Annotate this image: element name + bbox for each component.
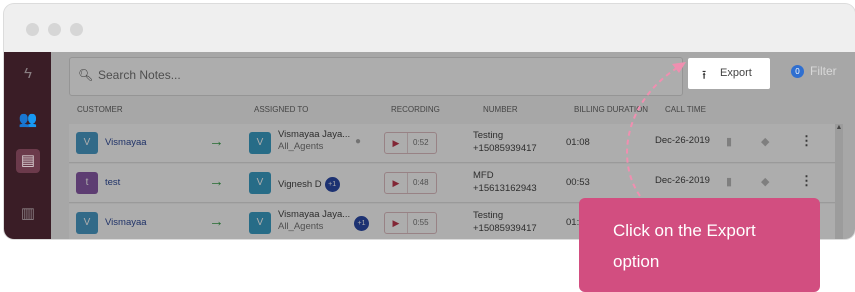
billing-duration: 01:08: [566, 137, 590, 148]
logo-bolt-icon[interactable]: ϟ: [16, 62, 40, 86]
filter-label: Filter: [810, 64, 837, 78]
column-header-billing-duration[interactable]: BILLING DURATION: [574, 105, 648, 114]
tag-icon[interactable]: ◆: [761, 135, 769, 148]
customer-avatar: V: [76, 132, 98, 154]
tag-icon[interactable]: ◆: [761, 175, 769, 188]
agent-info: Vismayaa Jaya... All_Agents: [278, 209, 350, 233]
extra-agents-badge[interactable]: +1: [324, 177, 340, 192]
call-time: Dec-26-2019: [655, 135, 710, 146]
export-button[interactable]: ⭱ Export: [688, 58, 770, 89]
customer-name-link[interactable]: Vismayaa: [105, 217, 147, 228]
more-options-icon[interactable]: ⋮: [800, 133, 813, 149]
recording-player: ▶ 0:48: [384, 172, 437, 194]
column-header-call-time[interactable]: CALL TIME: [665, 105, 706, 114]
extra-agents-badge[interactable]: +1: [354, 216, 369, 231]
table-header: CUSTOMER ASSIGNED TO RECORDING NUMBER BI…: [51, 103, 855, 119]
column-header-assigned-to[interactable]: ASSIGNED TO: [254, 105, 308, 114]
number-label: MFD: [473, 170, 494, 181]
filter-button[interactable]: 0 Filter: [791, 64, 837, 79]
customer-name-link[interactable]: test: [105, 177, 120, 188]
tooltip-line-1: Click on the Export: [613, 221, 756, 240]
recording-player: ▶ 0:52: [384, 132, 437, 154]
agent-name: Vismayaa Jaya...: [278, 209, 351, 220]
window-minimize-dot[interactable]: [48, 23, 61, 36]
number-cell: MFD +15613162943: [473, 169, 537, 195]
call-logs-icon[interactable]: ▤: [16, 149, 40, 173]
recording-duration: 0:55: [413, 218, 429, 227]
agent-avatar: V: [249, 132, 271, 154]
table-scrollbar[interactable]: [835, 124, 843, 239]
column-header-number[interactable]: NUMBER: [483, 105, 518, 114]
agent-name: Vismayaa Jaya...: [278, 129, 351, 140]
number-label: Testing: [473, 210, 504, 221]
agent-group: All_Agents: [278, 141, 324, 152]
note-document-icon[interactable]: ▮: [726, 135, 732, 148]
upload-icon: ⭱: [702, 68, 707, 82]
window-maximize-dot[interactable]: [70, 23, 83, 36]
filter-count-badge: 0: [791, 65, 804, 79]
agent-info: Vignesh D +1: [278, 177, 340, 192]
agent-info: Vismayaa Jaya... All_Agents: [278, 129, 350, 153]
phone-number: +15613162943: [473, 183, 537, 194]
call-time: Dec-26-2019: [655, 175, 710, 186]
number-label: Testing: [473, 130, 504, 141]
customer-avatar: t: [76, 172, 98, 194]
more-options-icon[interactable]: ⋮: [800, 173, 813, 189]
sidebar: ϟ 👥 ▤ ▥: [4, 52, 51, 239]
outgoing-arrow-icon: →: [209, 173, 224, 190]
contacts-icon[interactable]: 👥: [16, 108, 40, 132]
outgoing-arrow-icon: →: [209, 213, 224, 230]
recording-duration: 0:52: [413, 138, 429, 147]
number-cell: Testing +15085939417: [473, 129, 537, 155]
window-titlebar: [4, 4, 855, 52]
location-pin-icon: ●: [355, 136, 362, 147]
reports-icon[interactable]: ▥: [16, 202, 40, 226]
agent-group: All_Agents: [278, 221, 324, 232]
agent-avatar: V: [249, 212, 271, 234]
recording-player: ▶ 0:55: [384, 212, 437, 234]
recording-duration: 0:48: [413, 178, 429, 187]
table-row[interactable]: V Vismayaa → V Vismayaa Jaya... All_Agen…: [69, 124, 841, 163]
window-close-dot[interactable]: [26, 23, 39, 36]
tutorial-tooltip: Click on the Export option: [579, 198, 820, 292]
phone-number: +15085939417: [473, 143, 537, 154]
play-icon[interactable]: ▶: [385, 133, 408, 153]
column-header-customer[interactable]: CUSTOMER: [77, 105, 123, 114]
customer-avatar: V: [76, 212, 98, 234]
scroll-up-icon[interactable]: ▲: [835, 124, 843, 134]
agent-name: Vignesh D: [278, 179, 322, 191]
column-header-recording[interactable]: RECORDING: [391, 105, 440, 114]
outgoing-arrow-icon: →: [209, 133, 224, 150]
play-icon[interactable]: ▶: [385, 173, 408, 193]
play-icon[interactable]: ▶: [385, 213, 408, 233]
search-icon: 🔍︎: [78, 68, 94, 82]
agent-avatar: V: [249, 172, 271, 194]
tooltip-line-2: option: [613, 252, 660, 271]
export-label: Export: [720, 67, 752, 79]
number-cell: Testing +15085939417: [473, 209, 537, 235]
billing-duration: 00:53: [566, 177, 590, 188]
search-input[interactable]: [96, 67, 500, 83]
search-bar: 🔍︎: [69, 57, 683, 96]
note-document-icon[interactable]: ▮: [726, 175, 732, 188]
phone-number: +15085939417: [473, 223, 537, 234]
customer-name-link[interactable]: Vismayaa: [105, 137, 147, 148]
